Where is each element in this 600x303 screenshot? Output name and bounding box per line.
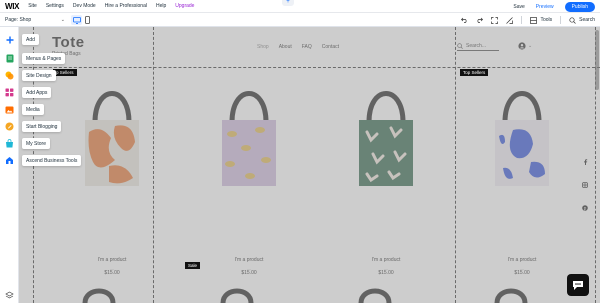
mobile-icon	[85, 16, 90, 24]
rail-apps-button[interactable]	[4, 87, 15, 98]
left-panel	[0, 27, 19, 303]
palette-icon	[5, 71, 14, 80]
rail-media-button[interactable]	[4, 104, 15, 115]
menu-dev-mode[interactable]: Dev Mode	[73, 3, 96, 9]
editor-toolbar: Page: Shop ⌄ Tools Search	[0, 13, 600, 27]
zoom-out-icon	[491, 16, 499, 24]
top-sellers-tag[interactable]: Top Sellers	[460, 69, 489, 76]
plus-icon	[6, 36, 13, 43]
page-selector[interactable]: Page: Shop ⌄	[5, 17, 65, 23]
pages-icon	[6, 54, 13, 63]
search-icon	[569, 16, 576, 24]
toolbar-divider	[521, 16, 523, 24]
desktop-icon	[72, 16, 81, 24]
page-selector-label: Page: Shop	[5, 16, 32, 23]
rail-help-button[interactable]	[4, 290, 15, 301]
editor-dim-overlay	[19, 27, 600, 303]
mobile-view-button[interactable]	[82, 15, 93, 25]
store-icon	[6, 139, 13, 148]
redo-button[interactable]	[476, 17, 484, 23]
editor-canvas[interactable]: Tote Printed Bags Shop About FAQ Contact…	[19, 27, 600, 303]
redo-icon	[477, 17, 484, 23]
rail-store-button[interactable]	[4, 138, 15, 149]
menu-upgrade[interactable]: Upgrade	[175, 3, 194, 9]
rail-label-ascend[interactable]: Ascend Business Tools	[22, 155, 82, 166]
undo-icon	[461, 17, 467, 23]
undo-button[interactable]	[461, 17, 468, 23]
blog-icon	[5, 122, 14, 131]
preview-button[interactable]: Preview	[536, 4, 554, 10]
apps-icon	[5, 88, 14, 97]
rail-label-menus-pages[interactable]: Menus & Pages	[22, 53, 66, 64]
menu-hire-professional[interactable]: Hire a Professional	[105, 3, 147, 9]
search-button[interactable]: Search	[569, 16, 595, 24]
grid-line	[455, 27, 456, 303]
rail-design-button[interactable]	[4, 70, 15, 81]
tools-icon	[530, 16, 538, 24]
rail-label-add-apps[interactable]: Add Apps	[22, 87, 52, 98]
quick-add-tab[interactable]: +	[282, 0, 294, 6]
rail-add-button[interactable]	[4, 34, 15, 45]
rail-pages-button[interactable]	[4, 53, 15, 64]
layers-icon	[5, 291, 14, 299]
search-label: Search	[579, 17, 595, 23]
chat-button[interactable]	[567, 274, 589, 296]
canvas-scrollbar[interactable]	[595, 30, 599, 90]
toolbar-right: Tools Search	[453, 15, 595, 25]
zoom-out-button[interactable]	[491, 16, 499, 24]
chevron-down-icon: ⌄	[60, 16, 65, 23]
layers-icon	[506, 16, 514, 24]
rail-label-site-design[interactable]: Site Design	[22, 70, 56, 81]
rail-label-start-blogging[interactable]: Start Blogging	[22, 121, 62, 132]
media-icon	[5, 106, 14, 113]
top-bar-actions: Save Preview Publish	[513, 0, 600, 13]
desktop-view-button[interactable]	[71, 15, 82, 25]
rail-label-my-store[interactable]: My Store	[22, 138, 51, 149]
chat-icon	[573, 280, 583, 290]
grid-line	[19, 67, 600, 68]
rail-blog-button[interactable]	[4, 121, 15, 132]
toolbar-divider	[560, 16, 562, 24]
rail-label-media[interactable]: Media	[22, 104, 44, 115]
tools-label: Tools	[540, 17, 553, 23]
menu-site[interactable]: Site	[28, 3, 37, 9]
ascend-icon	[6, 157, 13, 164]
publish-button[interactable]: Publish	[564, 1, 595, 12]
save-button[interactable]: Save	[513, 4, 524, 10]
tools-button[interactable]: Tools	[530, 16, 553, 24]
top-sellers-tag[interactable]: p Sellers	[53, 69, 77, 76]
menu-help[interactable]: Help	[156, 3, 166, 9]
menu-settings[interactable]: Settings	[46, 3, 64, 9]
sale-tag[interactable]: Sale	[185, 262, 201, 269]
device-switcher	[71, 15, 93, 25]
wix-editor: WIX Site Settings Dev Mode Hire a Profes…	[0, 0, 600, 303]
layers-button[interactable]	[506, 16, 514, 24]
rail-label-add[interactable]: Add	[22, 34, 39, 45]
wix-logo[interactable]: WIX	[5, 2, 20, 11]
top-bar: WIX Site Settings Dev Mode Hire a Profes…	[0, 0, 600, 13]
grid-line	[153, 27, 154, 303]
rail-ascend-button[interactable]	[4, 155, 15, 166]
